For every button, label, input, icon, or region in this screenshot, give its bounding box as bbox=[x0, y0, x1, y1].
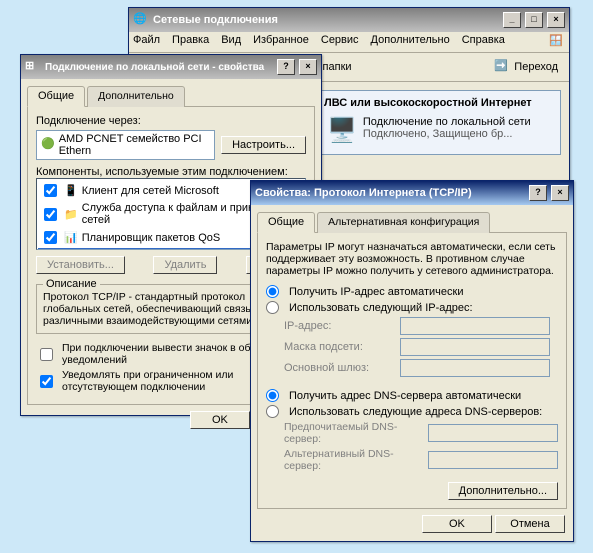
gateway-input bbox=[400, 359, 550, 377]
titlebar[interactable]: 🌐 Сетевые подключения _ □ × bbox=[129, 8, 569, 32]
connection-status: Подключено, Защищено бр... bbox=[363, 128, 531, 140]
menu-edit[interactable]: Правка bbox=[172, 34, 209, 50]
component-checkbox[interactable] bbox=[44, 184, 57, 197]
window-title: Сетевые подключения bbox=[153, 14, 278, 26]
windows-logo-icon: 🪟 bbox=[549, 34, 565, 50]
help-button[interactable]: ? bbox=[529, 185, 547, 201]
titlebar[interactable]: ⊞ Подключение по локальной сети - свойст… bbox=[21, 55, 321, 79]
component-checkbox[interactable] bbox=[44, 208, 57, 221]
qos-icon: 📊 bbox=[64, 231, 78, 244]
dns2-input bbox=[428, 451, 558, 469]
auto-ip-radio[interactable] bbox=[266, 285, 279, 298]
auto-ip-label: Получить IP-адрес автоматически bbox=[289, 286, 463, 298]
adapter-field: 🟢 AMD PCNET семейство PCI Ethern bbox=[36, 130, 215, 160]
dns1-input bbox=[428, 424, 558, 442]
description-title: Описание bbox=[43, 278, 100, 290]
ip-input bbox=[400, 317, 550, 335]
components-label: Компоненты, используемые этим подключени… bbox=[36, 166, 306, 178]
connect-via-label: Подключение через: bbox=[36, 115, 306, 127]
auto-dns-label: Получить адрес DNS-сервера автоматически bbox=[289, 390, 521, 402]
gateway-label: Основной шлюз: bbox=[284, 362, 394, 374]
menu-help[interactable]: Справка bbox=[462, 34, 505, 50]
help-button[interactable]: ? bbox=[277, 59, 295, 75]
close-button[interactable]: × bbox=[551, 185, 569, 201]
auto-dns-radio[interactable] bbox=[266, 389, 279, 402]
mask-label: Маска подсети: bbox=[284, 341, 394, 353]
tabs: Общие Дополнительно bbox=[27, 85, 315, 107]
menu-favorites[interactable]: Избранное bbox=[253, 34, 309, 50]
nic-icon: 🟢 bbox=[41, 137, 55, 153]
dns2-label: Альтернативный DNS-сервер: bbox=[284, 448, 422, 472]
tcpip-properties-window: Свойства: Протокол Интернета (TCP/IP) ? … bbox=[250, 180, 574, 542]
menubar: Файл Правка Вид Избранное Сервис Дополни… bbox=[129, 32, 569, 53]
tab-general[interactable]: Общие bbox=[27, 86, 85, 107]
menu-file[interactable]: Файл bbox=[133, 34, 160, 50]
component-checkbox[interactable] bbox=[44, 231, 57, 244]
menu-view[interactable]: Вид bbox=[221, 34, 241, 50]
titlebar[interactable]: Свойства: Протокол Интернета (TCP/IP) ? … bbox=[251, 181, 573, 205]
lan-icon: 🖥️ bbox=[327, 116, 357, 145]
tabs: Общие Альтернативная конфигурация bbox=[257, 211, 567, 233]
ip-label: IP-адрес: bbox=[284, 320, 394, 332]
close-button[interactable]: × bbox=[547, 12, 565, 28]
window-title: Свойства: Протокол Интернета (TCP/IP) bbox=[255, 187, 472, 199]
category-panel: ЛВС или высокоскоростной Интернет 🖥️ Под… bbox=[317, 90, 561, 155]
client-icon: 📱 bbox=[64, 184, 78, 197]
tray-checkbox[interactable] bbox=[40, 348, 53, 361]
install-button[interactable]: Установить... bbox=[36, 256, 125, 274]
dns1-label: Предпочитаемый DNS-сервер: bbox=[284, 421, 422, 445]
tab-advanced[interactable]: Дополнительно bbox=[87, 86, 185, 107]
manual-ip-label: Использовать следующий IP-адрес: bbox=[289, 302, 473, 314]
mask-input bbox=[400, 338, 550, 356]
notify-checkbox[interactable] bbox=[40, 375, 53, 388]
manual-ip-radio[interactable] bbox=[266, 301, 279, 314]
menu-tools[interactable]: Сервис bbox=[321, 34, 359, 50]
configure-button[interactable]: Настроить... bbox=[221, 136, 306, 154]
tab-panel: Параметры IP могут назначаться автоматич… bbox=[257, 233, 567, 509]
cancel-button[interactable]: Отмена bbox=[495, 515, 565, 533]
minimize-button[interactable]: _ bbox=[503, 12, 521, 28]
service-icon: 📁 bbox=[64, 208, 78, 221]
go-icon: ➡️ bbox=[494, 59, 510, 75]
connection-item[interactable]: 🖥️ Подключение по локальной сети Подключ… bbox=[324, 113, 554, 148]
manual-dns-radio[interactable] bbox=[266, 405, 279, 418]
properties-icon: ⊞ bbox=[25, 59, 41, 75]
connection-name: Подключение по локальной сети bbox=[363, 116, 531, 128]
intro-text: Параметры IP могут назначаться автоматич… bbox=[266, 241, 558, 277]
ok-button[interactable]: OK bbox=[190, 411, 250, 429]
menu-advanced[interactable]: Дополнительно bbox=[371, 34, 450, 50]
network-icon: 🌐 bbox=[133, 12, 149, 28]
advanced-button[interactable]: Дополнительно... bbox=[448, 482, 558, 500]
window-title: Подключение по локальной сети - свойства bbox=[45, 62, 264, 73]
go-button[interactable]: ➡️Переход bbox=[487, 56, 565, 78]
manual-dns-label: Использовать следующие адреса DNS-сервер… bbox=[289, 406, 542, 418]
close-button[interactable]: × bbox=[299, 59, 317, 75]
category-heading: ЛВС или высокоскоростной Интернет bbox=[324, 97, 554, 109]
tab-alt-config[interactable]: Альтернативная конфигурация bbox=[317, 212, 490, 233]
remove-button[interactable]: Удалить bbox=[153, 256, 217, 274]
tab-general[interactable]: Общие bbox=[257, 212, 315, 233]
ok-button[interactable]: OK bbox=[422, 515, 492, 533]
maximize-button[interactable]: □ bbox=[525, 12, 543, 28]
